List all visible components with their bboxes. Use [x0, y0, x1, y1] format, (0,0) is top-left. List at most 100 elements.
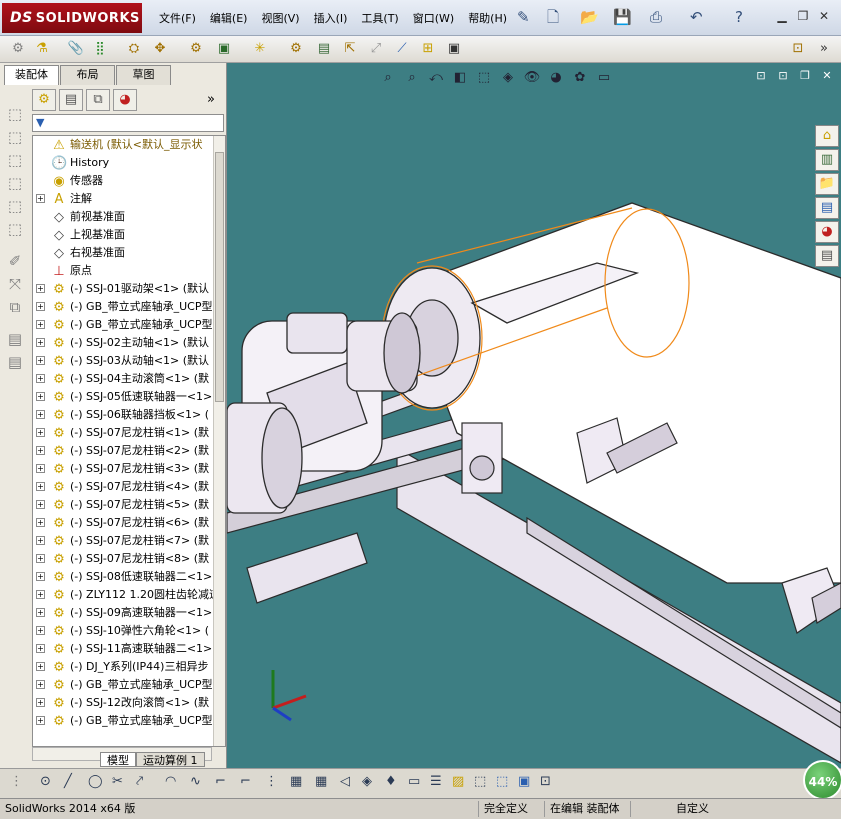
tab-layout[interactable]: 布局 [60, 65, 115, 85]
interference-detection-icon[interactable]: ⟋ [392, 39, 412, 59]
trim-icon[interactable]: ✂ [112, 774, 123, 789]
expand-toggle-icon[interactable]: + [36, 446, 45, 455]
undo-icon[interactable]: ↶ [690, 8, 703, 26]
edit-appearance-icon[interactable]: ◕ [545, 68, 567, 88]
tree-item[interactable]: + ⚙ (-) GB_带立式座轴承_UCP型 [33, 298, 215, 316]
pin-icon[interactable]: ♦ [385, 774, 397, 789]
camera-icon[interactable]: ⊡ [540, 774, 551, 789]
tree-item[interactable]: + ⚙ (-) SSJ-09高速联轴器一<1> [33, 604, 215, 622]
panel-expand-chevron-icon[interactable]: » [207, 92, 215, 107]
feature-tree[interactable]: ⚠ 输送机 (默认<默认_显示状 🕒 History ◉ 传感器 + A 注解 ◇ 前视基准面 ◇ 上视… [32, 135, 226, 747]
tree-item[interactable]: + ⚙ (-) SSJ-07尼龙柱销<1> (默 [33, 424, 215, 442]
design-library-icon[interactable]: ▥ [815, 149, 839, 171]
toolbar-more-chevron-icon[interactable]: » [814, 39, 834, 59]
zoom-to-area-icon[interactable]: ⌕ [401, 68, 423, 88]
move-component-icon[interactable]: ✥ [150, 39, 170, 59]
property-manager-icon[interactable]: ▤ [59, 89, 83, 111]
expand-toggle-icon[interactable]: + [36, 680, 45, 689]
pin-icon[interactable]: ✎ [517, 8, 530, 26]
expand-toggle-icon[interactable]: + [36, 572, 45, 581]
viewport-restore-icon[interactable]: ❐ [797, 69, 813, 83]
line-icon[interactable]: ╱ [64, 774, 72, 789]
list-icon[interactable]: ☰ [430, 774, 442, 789]
tab-sketch[interactable]: 草图 [116, 65, 171, 85]
expand-toggle-icon[interactable]: + [36, 194, 45, 203]
tree-item[interactable]: ◇ 上视基准面 [33, 226, 215, 244]
box-icon[interactable]: ⬚ [474, 774, 486, 789]
tab-model[interactable]: 模型 [100, 752, 136, 767]
close-icon[interactable]: ✕ [817, 9, 831, 23]
offset-icon[interactable]: ⤤ [136, 774, 143, 789]
tree-scroll-thumb[interactable] [215, 152, 224, 402]
configuration-manager-icon[interactable]: ⧉ [86, 89, 110, 111]
view-orientation-icon[interactable]: ⬚ [473, 68, 495, 88]
instant3d-icon[interactable]: ▣ [444, 39, 464, 59]
view-palette-icon[interactable]: ▤ [815, 197, 839, 219]
tree-item[interactable]: + ⚙ (-) DJ_Y系列(IP44)三相异步 [33, 658, 215, 676]
tab-assembly[interactable]: 装配体 [4, 65, 59, 85]
expand-toggle-icon[interactable]: + [36, 392, 45, 401]
expand-toggle-icon[interactable]: + [36, 662, 45, 671]
section-view-icon[interactable]: ◧ [449, 68, 471, 88]
menu-help[interactable]: 帮助(H) [461, 10, 514, 26]
tree-item[interactable]: + ⚙ (-) SSJ-03从动轴<1> (默认 [33, 352, 215, 370]
solidworks-resources-icon[interactable]: ⌂ [815, 125, 839, 147]
viewport-close-icon[interactable]: ✕ [819, 69, 835, 83]
cube-view-icon[interactable]: ⬚ [4, 197, 26, 217]
expand-toggle-icon[interactable]: + [36, 626, 45, 635]
tree-item[interactable]: + ⚙ (-) SSJ-01驱动架<1> (默认 [33, 280, 215, 298]
expand-toggle-icon[interactable]: + [36, 698, 45, 707]
expand-toggle-icon[interactable]: + [36, 608, 45, 617]
box-icon[interactable]: ⬚ [496, 774, 508, 789]
expand-toggle-icon[interactable]: + [36, 302, 45, 311]
appearances-icon[interactable]: ◕ [815, 221, 839, 243]
tree-item[interactable]: + ⚙ (-) SSJ-04主动滚筒<1> (默 [33, 370, 215, 388]
tree-item[interactable]: + ⚙ (-) GB_带立式座轴承_UCP型 [33, 316, 215, 334]
tree-item[interactable]: + ⚙ (-) SSJ-07尼龙柱销<7> (默 [33, 532, 215, 550]
display-style-icon[interactable]: ◈ [497, 68, 519, 88]
previous-view-icon[interactable]: ⤺ [425, 68, 447, 88]
tree-item[interactable]: + ⚙ (-) SSJ-10弹性六角轮<1> ( [33, 622, 215, 640]
spline-icon[interactable]: ∿ [190, 774, 201, 789]
expand-toggle-icon[interactable]: + [36, 500, 45, 509]
expand-toggle-icon[interactable]: + [36, 464, 45, 473]
show-hidden-icon[interactable]: ⚙ [186, 39, 206, 59]
mirror-icon[interactable]: ⋮ [265, 774, 278, 789]
tree-item[interactable]: + ⚙ (-) SSJ-07尼龙柱销<3> (默 [33, 460, 215, 478]
grid-icon[interactable]: ▦ [315, 774, 327, 789]
expand-toggle-icon[interactable]: + [36, 338, 45, 347]
tree-root-assembly[interactable]: ⚠ 输送机 (默认<默认_显示状 [33, 136, 215, 154]
view-layout-icon[interactable]: ⊡ [753, 69, 769, 83]
new-document-icon[interactable]: 🗋 [547, 8, 559, 26]
expand-toggle-icon[interactable]: + [36, 284, 45, 293]
clearance-verification-icon[interactable]: ⊞ [418, 39, 438, 59]
tree-item[interactable]: ◇ 前视基准面 [33, 208, 215, 226]
open-folder-icon[interactable]: 📂 [580, 8, 599, 26]
tree-item[interactable]: + ⚙ (-) SSJ-08低速联轴器二<1> [33, 568, 215, 586]
menu-tools[interactable]: 工具(T) [354, 10, 405, 26]
linear-pattern-icon[interactable]: ⣿ [90, 39, 110, 59]
layer-icon[interactable]: ▤ [4, 330, 26, 350]
tree-item[interactable]: + ⚙ (-) SSJ-11高速联轴器二<1> [33, 640, 215, 658]
point-icon[interactable]: ⊙ [40, 774, 51, 789]
smart-dimension-icon[interactable]: ⤧ [4, 275, 26, 295]
expand-toggle-icon[interactable]: + [36, 374, 45, 383]
feature-manager-icon[interactable]: ⚙ [32, 89, 56, 111]
tree-item[interactable]: + ⚙ (-) SSJ-07尼龙柱销<2> (默 [33, 442, 215, 460]
tree-item[interactable]: + ⚙ (-) SSJ-07尼龙柱销<5> (默 [33, 496, 215, 514]
tree-item[interactable]: + ⚙ (-) SSJ-07尼龙柱销<8> (默 [33, 550, 215, 568]
tree-item[interactable]: + ⚙ (-) GB_带立式座轴承_UCP型 [33, 676, 215, 694]
dimension-icon[interactable]: ◈ [362, 774, 372, 789]
circle-icon[interactable]: ◯ [88, 774, 103, 789]
mate-icon[interactable]: 📎 [66, 39, 86, 59]
expand-toggle-icon[interactable]: + [36, 518, 45, 527]
minimize-icon[interactable]: ▁ [775, 9, 789, 23]
view-settings-icon[interactable]: ▭ [593, 68, 615, 88]
expand-toggle-icon[interactable]: + [36, 590, 45, 599]
cube-view-icon[interactable]: ⬚ [4, 105, 26, 125]
expand-toggle-icon[interactable]: + [36, 554, 45, 563]
view-layout-icon[interactable]: ⊡ [775, 69, 791, 83]
component-icon[interactable]: ▨ [452, 774, 464, 789]
tree-item[interactable]: + ⚙ (-) GB_带立式座轴承_UCP型 [33, 712, 215, 730]
tree-item[interactable]: + ⚙ (-) SSJ-02主动轴<1> (默认 [33, 334, 215, 352]
